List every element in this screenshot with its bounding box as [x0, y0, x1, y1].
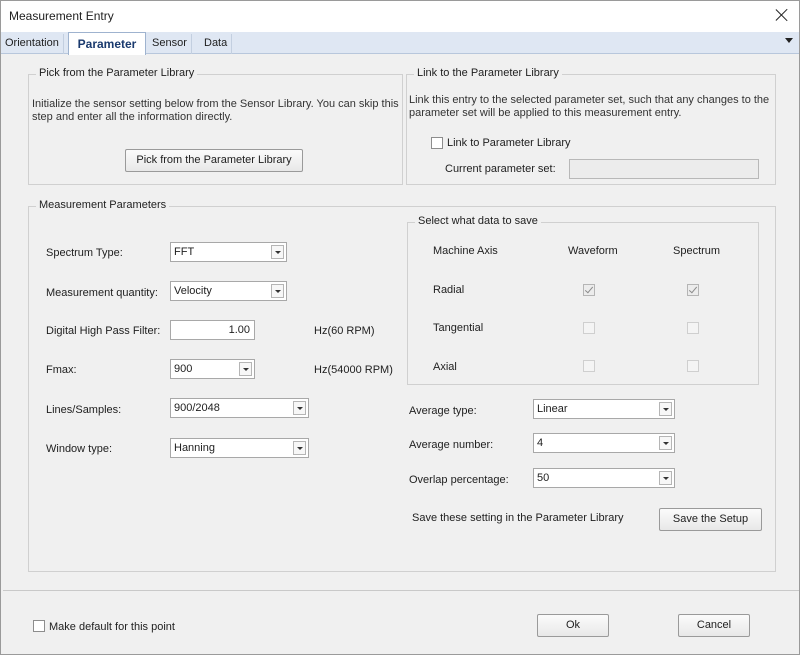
chevron-down-icon	[271, 284, 284, 298]
average-number-select[interactable]: 4	[533, 433, 675, 453]
pick-group-text-line2: step and enter all the information direc…	[32, 111, 233, 123]
tangential-spectrum-checkbox	[687, 322, 699, 334]
window-type-label: Window type:	[46, 443, 113, 455]
column-waveform: Waveform	[568, 245, 618, 257]
lines-samples-label: Lines/Samples:	[46, 404, 122, 416]
window-type-value: Hanning	[174, 442, 215, 454]
radial-spectrum-checkbox	[687, 284, 699, 296]
save-group-title: Select what data to save	[415, 215, 541, 227]
overlap-percentage-value: 50	[537, 472, 550, 484]
chevron-down-icon	[293, 441, 306, 455]
link-group-title: Link to the Parameter Library	[414, 67, 562, 79]
chevron-down-icon	[271, 245, 284, 259]
window-type-select[interactable]: Hanning	[170, 438, 309, 458]
tab-sensor[interactable]: Sensor	[148, 34, 192, 54]
link-to-library-checkbox[interactable]	[431, 137, 443, 149]
link-to-library-group: Link to the Parameter Library Link this …	[406, 67, 776, 185]
average-number-value: 4	[537, 437, 544, 449]
tab-parameter[interactable]: Parameter	[68, 32, 146, 55]
current-parameter-set-field	[569, 159, 759, 179]
title-bar: Measurement Entry	[1, 1, 799, 32]
link-group-text-line2: parameter set will be applied to this me…	[409, 107, 682, 119]
pick-from-library-group: Pick from the Parameter Library Initiali…	[28, 67, 403, 185]
spectrum-type-label: Spectrum Type:	[46, 247, 123, 259]
pick-group-text-line1: Initialize the sensor setting below from…	[32, 98, 399, 110]
dialog-footer: Make default for this point Ok Cancel	[1, 592, 799, 654]
make-default-checkbox[interactable]	[33, 620, 45, 632]
row-radial-label: Radial	[433, 284, 465, 296]
chevron-down-icon	[293, 401, 306, 415]
fmax-select[interactable]: 900	[170, 359, 255, 379]
lines-samples-value: 900/2048	[174, 402, 220, 414]
fmax-label: Fmax:	[46, 364, 77, 376]
dialog-title: Measurement Entry	[9, 9, 114, 23]
measurement-entry-dialog: Measurement Entry Orientation Parameter …	[0, 0, 800, 655]
measurement-parameters-group: Measurement Parameters Spectrum Type: FF…	[28, 199, 776, 572]
fmax-unit: Hz(54000 RPM)	[314, 364, 393, 376]
link-to-library-label: Link to Parameter Library	[447, 137, 571, 149]
hpf-label: Digital High Pass Filter:	[46, 325, 161, 337]
row-tangential-label: Tangential	[433, 322, 484, 334]
chevron-down-icon	[659, 471, 672, 485]
average-type-label: Average type:	[409, 405, 477, 417]
fmax-value: 900	[174, 363, 193, 375]
tab-orientation[interactable]: Orientation	[1, 34, 64, 54]
cancel-button[interactable]: Cancel	[678, 614, 750, 637]
pick-group-title: Pick from the Parameter Library	[36, 67, 198, 79]
hpf-unit: Hz(60 RPM)	[314, 325, 375, 337]
ok-button[interactable]: Ok	[537, 614, 609, 637]
overlap-percentage-select[interactable]: 50	[533, 468, 675, 488]
measurement-quantity-label: Measurement quantity:	[46, 287, 158, 299]
spectrum-type-select[interactable]: FFT	[170, 242, 287, 262]
column-machine-axis: Machine Axis	[433, 245, 498, 257]
spectrum-type-value: FFT	[174, 246, 195, 258]
save-setup-button[interactable]: Save the Setup	[659, 508, 762, 531]
average-type-value: Linear	[537, 403, 568, 415]
tangential-waveform-checkbox	[583, 322, 595, 334]
hpf-input[interactable]: 1.00	[170, 320, 255, 340]
measurement-quantity-value: Velocity	[174, 285, 212, 297]
measurement-quantity-select[interactable]: Velocity	[170, 281, 287, 301]
chevron-down-icon	[659, 436, 672, 450]
parameter-tab-content: Pick from the Parameter Library Initiali…	[3, 55, 799, 591]
column-spectrum: Spectrum	[673, 245, 721, 257]
overlap-percentage-label: Overlap percentage:	[409, 474, 509, 486]
chevron-down-icon	[659, 402, 672, 416]
measurement-group-title: Measurement Parameters	[36, 199, 170, 211]
tab-overflow-arrow-icon[interactable]	[785, 38, 793, 43]
axial-waveform-checkbox	[583, 360, 595, 372]
make-default-label: Make default for this point	[49, 621, 175, 633]
save-setting-label: Save these setting in the Parameter Libr…	[412, 512, 624, 524]
axial-spectrum-checkbox	[687, 360, 699, 372]
current-parameter-set-label: Current parameter set:	[445, 163, 556, 175]
select-data-to-save-group: Select what data to save Machine Axis Wa…	[407, 215, 759, 385]
close-icon[interactable]	[773, 6, 791, 24]
link-group-text-line1: Link this entry to the selected paramete…	[409, 94, 770, 106]
average-number-label: Average number:	[409, 439, 494, 451]
radial-waveform-checkbox	[583, 284, 595, 296]
pick-from-library-button[interactable]: Pick from the Parameter Library	[125, 149, 303, 172]
average-type-select[interactable]: Linear	[533, 399, 675, 419]
row-axial-label: Axial	[433, 361, 457, 373]
tab-strip: Orientation Parameter Sensor Data	[1, 32, 799, 55]
tab-data[interactable]: Data	[200, 34, 233, 54]
chevron-down-icon	[239, 362, 252, 376]
lines-samples-select[interactable]: 900/2048	[170, 398, 309, 418]
